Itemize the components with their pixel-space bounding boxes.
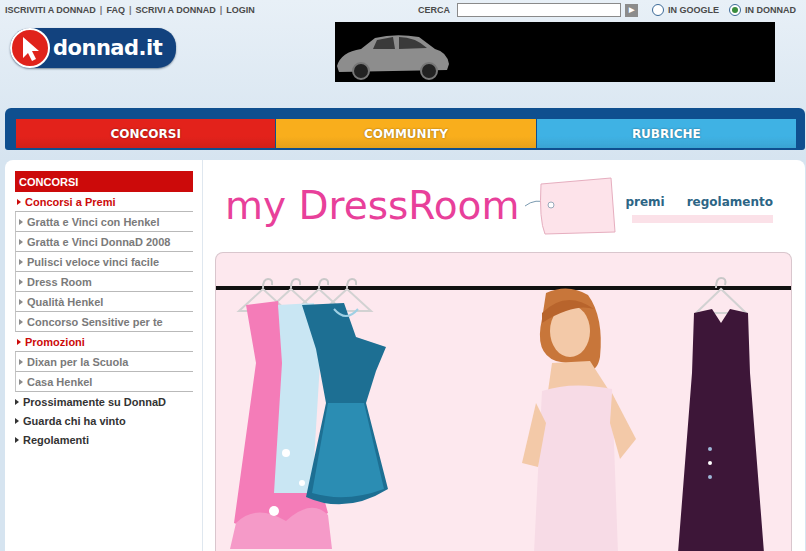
arrow-icon (19, 299, 23, 305)
page-links: premi regolamento (623, 189, 773, 223)
arrow-icon (15, 418, 19, 424)
sidebar-item-label[interactable]: Guarda chi ha vinto (23, 415, 126, 427)
arrow-icon (17, 339, 21, 345)
nav-tab[interactable]: COMMUNITY (276, 119, 535, 148)
sidebar-item[interactable]: Pulisci veloce vinci facile (15, 252, 193, 272)
top-link[interactable]: SCRIVI A DONNAD (135, 5, 215, 15)
sidebar-item-label[interactable]: Dress Room (27, 276, 92, 288)
sidebar-item-label[interactable]: Pulisci veloce vinci facile (27, 256, 159, 268)
radio-dot (732, 7, 738, 13)
sidebar-item-label[interactable]: Dixan per la Scuola (27, 356, 128, 368)
radio-label[interactable]: IN GOOGLE (668, 5, 719, 15)
dressroom-panel (215, 252, 792, 551)
car-picture (335, 22, 775, 82)
title-row: my DressRoom premi regolamento (215, 160, 792, 252)
logo[interactable]: donnad.it (10, 28, 176, 68)
sidebar-item-label[interactable]: Regolamenti (23, 434, 89, 446)
logo-text[interactable]: donnad.it (53, 36, 162, 60)
wardrobe-picture (216, 253, 792, 551)
nav-tab[interactable]: RUBRICHE (537, 119, 796, 148)
sidebar-item[interactable]: Regolamenti (15, 430, 193, 449)
search-button[interactable]: ▶ (625, 4, 638, 17)
content-area: CONCORSI Concorsi a Premi Gratta e Vinci c… (5, 160, 805, 551)
logo-arrow-icon (10, 28, 50, 68)
arrow-icon (15, 399, 19, 405)
sidebar: CONCORSI Concorsi a Premi Gratta e Vinci c… (5, 160, 203, 551)
sidebar-item-label[interactable]: Concorsi a Premi (25, 196, 115, 208)
sidebar-item-label[interactable]: Concorso Sensitive per te (27, 316, 163, 328)
separator: | (129, 5, 132, 15)
link-underline (632, 215, 773, 223)
sidebar-item[interactable]: Casa Henkel (15, 372, 193, 392)
separator: | (220, 5, 223, 15)
tag-icon (525, 176, 617, 236)
sidebar-item-label[interactable]: Qualità Henkel (27, 296, 103, 308)
separator: | (100, 5, 103, 15)
arrow-icon (19, 259, 23, 265)
sidebar-item-label[interactable]: Promozioni (25, 336, 85, 348)
header: donnad.it (0, 20, 806, 106)
top-link[interactable]: ISCRIVITI A DONNAD (5, 5, 96, 15)
ad-banner[interactable] (335, 22, 775, 82)
sidebar-item[interactable]: Gratta e Vinci DonnaD 2008 (15, 232, 193, 252)
sidebar-title: CONCORSI (15, 171, 193, 192)
top-links: ISCRIVITI A DONNAD|FAQ|SCRIVI A DONNAD|L… (5, 5, 255, 15)
search-label: CERCA (418, 5, 450, 15)
top-bar: ISCRIVITI A DONNAD|FAQ|SCRIVI A DONNAD|L… (0, 0, 806, 20)
sidebar-item[interactable]: Dixan per la Scuola (15, 352, 193, 372)
sidebar-item[interactable]: Promozioni (15, 332, 193, 352)
sidebar-item[interactable]: Guarda chi ha vinto (15, 411, 193, 430)
top-link[interactable]: LOGIN (226, 5, 255, 15)
arrow-icon (19, 359, 23, 365)
arrow-icon (19, 279, 23, 285)
sidebar-item[interactable]: Concorsi a Premi (15, 192, 193, 212)
page-title: my DressRoom (225, 183, 519, 228)
sidebar-item-label[interactable]: Gratta e Vinci DonnaD 2008 (27, 236, 170, 248)
sidebar-item[interactable]: Concorso Sensitive per te (15, 312, 193, 332)
sidebar-item-label[interactable]: Casa Henkel (27, 376, 92, 388)
main-area: my DressRoom premi regolamento (203, 160, 805, 551)
arrow-icon (19, 239, 23, 245)
arrow-icon (19, 219, 23, 225)
page-link-row: premi regolamento (623, 189, 773, 215)
arrow-icon (15, 437, 19, 443)
radio-button[interactable] (729, 4, 741, 16)
sidebar-item[interactable]: Prossimamente su DonnaD (15, 392, 193, 411)
radio-label[interactable]: IN DONNAD (745, 5, 796, 15)
sidebar-item[interactable]: Qualità Henkel (15, 292, 193, 312)
sidebar-item[interactable]: Gratta e Vinci con Henkel (15, 212, 193, 232)
arrow-icon (17, 199, 21, 205)
price-tag-icon (525, 176, 617, 236)
search-input[interactable] (457, 3, 621, 17)
search-box: CERCA ▶ IN GOOGLE IN DONNAD (418, 3, 802, 17)
page-link[interactable]: premi (625, 195, 664, 209)
search-scope-radio[interactable]: IN GOOGLE (652, 4, 719, 16)
sidebar-item[interactable]: Dress Room (15, 272, 193, 292)
nav-tab[interactable]: CONCORSI (16, 119, 275, 148)
top-link[interactable]: FAQ (106, 5, 125, 15)
main-nav: CONCORSICOMMUNITYRUBRICHE (5, 108, 805, 150)
search-scope-radio[interactable]: IN DONNAD (729, 4, 796, 16)
page-link[interactable]: regolamento (687, 195, 773, 209)
sidebar-item-label[interactable]: Gratta e Vinci con Henkel (27, 216, 159, 228)
arrow-icon (19, 319, 23, 325)
radio-button[interactable] (652, 4, 664, 16)
sidebar-item-label[interactable]: Prossimamente su DonnaD (23, 396, 166, 408)
arrow-icon (19, 379, 23, 385)
